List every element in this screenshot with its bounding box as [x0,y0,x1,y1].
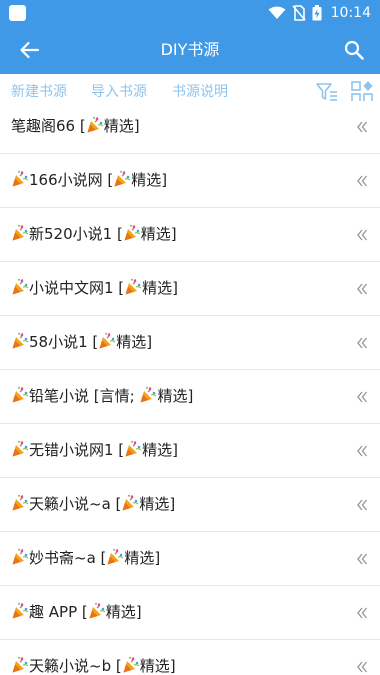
party-popper-icon [107,548,124,565]
search-button[interactable] [338,34,370,66]
import-source-button[interactable]: 导入书源 [91,82,147,102]
source-tag: 精选] [103,117,140,135]
new-source-button[interactable]: 新建书源 [11,82,67,102]
party-popper-icon [123,656,140,673]
party-popper-icon [12,170,29,187]
source-tag: 精选] [140,225,177,243]
party-popper-icon [87,116,104,133]
double-chevron-left-icon[interactable] [356,444,368,458]
source-help-button[interactable]: 书源说明 [172,82,228,102]
source-row[interactable]: 笔趣阁66 [ 精选] [0,101,380,154]
source-name: 58小说1 [ 精选] [11,332,152,352]
party-popper-icon [125,278,142,295]
app-notification-icon [9,5,26,21]
source-tag: 精选] [124,549,161,567]
source-title: 天籁小说~a [ [29,495,122,513]
source-row[interactable]: 小说中文网1 [ 精选] [0,262,380,316]
source-tag: 精选] [105,603,142,621]
source-tag: 精选] [142,279,179,297]
source-tag: 精选] [139,495,176,513]
source-title: 妙书斋~a [ [29,549,107,567]
source-name: 166小说网 [ 精选] [11,170,167,190]
party-popper-icon [12,440,29,457]
source-name: 天籁小说~a [ 精选] [11,494,175,514]
party-popper-icon [124,224,141,241]
source-name: 趣 APP [ 精选] [11,602,142,622]
source-tag: 精选] [116,333,153,351]
source-title: 无错小说网1 [ [29,441,125,459]
source-row[interactable]: 铅笔小说 [言情; 精选] [0,370,380,424]
party-popper-icon [140,386,157,403]
double-chevron-left-icon[interactable] [356,552,368,566]
toolbar: DIY书源 [0,26,380,74]
double-chevron-left-icon[interactable] [356,390,368,404]
page-title: DIY书源 [160,40,220,59]
party-popper-icon [12,332,29,349]
source-tag: 精选] [157,387,194,405]
double-chevron-left-icon[interactable] [356,336,368,350]
source-title: 58小说1 [ [29,333,99,351]
battery-charging-icon [312,5,322,21]
search-icon [344,40,364,60]
source-row[interactable]: 妙书斋~a [ 精选] [0,532,380,586]
source-tag: 精选] [142,441,179,459]
double-chevron-left-icon[interactable] [356,228,368,242]
party-popper-icon [12,386,29,403]
status-bar: 10:14 [0,0,380,26]
double-chevron-left-icon[interactable] [356,660,368,674]
source-row[interactable]: 天籁小说~a [ 精选] [0,478,380,532]
source-name: 新520小说1 [ 精选] [11,224,177,244]
party-popper-icon [125,440,142,457]
source-tag: 精选] [139,657,176,675]
party-popper-icon [12,278,29,295]
party-popper-icon [12,602,29,619]
source-row[interactable]: 无错小说网1 [ 精选] [0,424,380,478]
source-name: 妙书斋~a [ 精选] [11,548,160,568]
party-popper-icon [12,494,29,511]
party-popper-icon [12,656,29,673]
wifi-icon [268,6,286,19]
source-title: 新520小说1 [ [29,225,123,243]
source-name: 天籁小说~b [ 精选] [11,656,176,675]
party-popper-icon [114,170,131,187]
source-name: 小说中文网1 [ 精选] [11,278,178,298]
source-row[interactable]: 新520小说1 [ 精选] [0,208,380,262]
source-title: 铅笔小说 [言情; [29,387,140,405]
party-popper-icon [12,548,29,565]
source-title: 笔趣阁66 [ [11,117,86,135]
double-chevron-left-icon[interactable] [356,174,368,188]
source-row[interactable]: 天籁小说~b [ 精选] [0,640,380,675]
no-sim-icon [292,5,306,21]
source-title: 166小说网 [ [29,171,114,189]
party-popper-icon [122,494,139,511]
source-name: 铅笔小说 [言情; 精选] [11,386,193,406]
double-chevron-left-icon[interactable] [356,120,368,134]
party-popper-icon [89,602,106,619]
status-icons [268,5,322,21]
source-title: 小说中文网1 [ [29,279,125,297]
double-chevron-left-icon[interactable] [356,282,368,296]
source-row[interactable]: 趣 APP [ 精选] [0,586,380,640]
source-name: 笔趣阁66 [ 精选] [11,116,140,136]
status-time: 10:14 [330,5,371,21]
app-bar: 10:14 DIY书源 [0,0,380,74]
party-popper-icon [12,224,29,241]
source-row[interactable]: 166小说网 [ 精选] [0,154,380,208]
double-chevron-left-icon[interactable] [356,606,368,620]
double-chevron-left-icon[interactable] [356,498,368,512]
source-name: 无错小说网1 [ 精选] [11,440,178,460]
source-title: 趣 APP [ [29,603,88,621]
source-title: 天籁小说~b [ [29,657,122,675]
source-row[interactable]: 58小说1 [ 精选] [0,316,380,370]
source-tag: 精选] [131,171,168,189]
source-list: 笔趣阁66 [精选] 166小说网 [精选] 新520小说1 [精选] 小说中文网1 … [0,101,380,675]
party-popper-icon [99,332,116,349]
